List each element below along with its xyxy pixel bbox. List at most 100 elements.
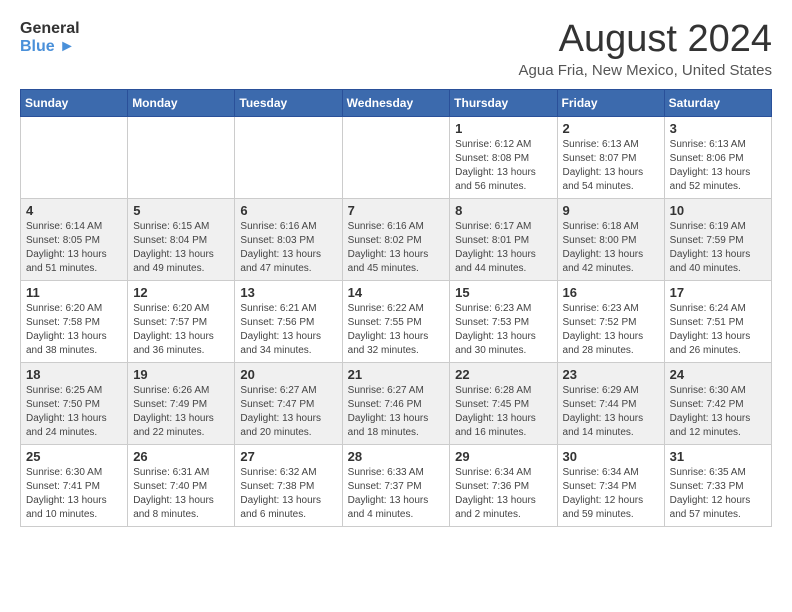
day-number: 7	[348, 203, 445, 218]
calendar-cell: 3 Sunrise: 6:13 AM Sunset: 8:06 PM Daylig…	[664, 117, 771, 199]
weekday-header-sunday: Sunday	[21, 90, 128, 117]
day-info: Sunrise: 6:19 AM Sunset: 7:59 PM Dayligh…	[670, 220, 766, 276]
calendar-cell: 22 Sunrise: 6:28 AM Sunset: 7:45 PM Dayli…	[450, 363, 557, 445]
calendar-cell: 27 Sunrise: 6:32 AM Sunset: 7:38 PM Dayli…	[235, 445, 342, 527]
day-info: Sunrise: 6:13 AM Sunset: 8:07 PM Dayligh…	[563, 138, 659, 194]
weekday-header-wednesday: Wednesday	[342, 90, 450, 117]
calendar-cell	[342, 117, 450, 199]
day-info: Sunrise: 6:24 AM Sunset: 7:51 PM Dayligh…	[670, 302, 766, 358]
day-info: Sunrise: 6:16 AM Sunset: 8:03 PM Dayligh…	[240, 220, 336, 276]
calendar-cell: 31Sunrise: 6:35 AM Sunset: 7:33 PM Dayli…	[664, 445, 771, 527]
day-info: Sunrise: 6:27 AM Sunset: 7:46 PM Dayligh…	[348, 384, 445, 440]
day-number: 10	[670, 203, 766, 218]
day-number: 28	[348, 449, 445, 464]
calendar-week-row: 18 Sunrise: 6:25 AM Sunset: 7:50 PM Dayli…	[21, 363, 772, 445]
calendar-cell: 2Sunrise: 6:13 AM Sunset: 8:07 PM Daylig…	[557, 117, 664, 199]
day-info: Sunrise: 6:23 AM Sunset: 7:53 PM Dayligh…	[455, 302, 551, 358]
day-number: 19	[133, 367, 229, 382]
day-info: Sunrise: 6:13 AM Sunset: 8:06 PM Dayligh…	[670, 138, 766, 194]
day-number: 20	[240, 367, 336, 382]
day-number: 24	[670, 367, 766, 382]
day-number: 11	[26, 285, 122, 300]
day-number: 4	[26, 203, 122, 218]
day-number: 21	[348, 367, 445, 382]
day-number: 8	[455, 203, 551, 218]
calendar-cell: 18 Sunrise: 6:25 AM Sunset: 7:50 PM Dayli…	[21, 363, 128, 445]
calendar-week-row: 25Sunrise: 6:30 AM Sunset: 7:41 PM Dayli…	[21, 445, 772, 527]
calendar-cell: 11Sunrise: 6:20 AM Sunset: 7:58 PM Dayli…	[21, 281, 128, 363]
calendar-week-row: 11Sunrise: 6:20 AM Sunset: 7:58 PM Dayli…	[21, 281, 772, 363]
day-info: Sunrise: 6:30 AM Sunset: 7:42 PM Dayligh…	[670, 384, 766, 440]
calendar-cell	[21, 117, 128, 199]
day-info: Sunrise: 6:34 AM Sunset: 7:34 PM Dayligh…	[563, 466, 659, 522]
day-info: Sunrise: 6:25 AM Sunset: 7:50 PM Dayligh…	[26, 384, 122, 440]
day-info: Sunrise: 6:15 AM Sunset: 8:04 PM Dayligh…	[133, 220, 229, 276]
calendar-cell: 1Sunrise: 6:12 AM Sunset: 8:08 PM Daylig…	[450, 117, 557, 199]
day-number: 29	[455, 449, 551, 464]
calendar-week-row: 1Sunrise: 6:12 AM Sunset: 8:08 PM Daylig…	[21, 117, 772, 199]
calendar-cell: 25Sunrise: 6:30 AM Sunset: 7:41 PM Dayli…	[21, 445, 128, 527]
page-header: General Blue ► August 2024 Agua Fria, Ne…	[20, 20, 772, 79]
day-number: 16	[563, 285, 659, 300]
day-number: 15	[455, 285, 551, 300]
weekday-header-row: SundayMondayTuesdayWednesdayThursdayFrid…	[21, 90, 772, 117]
day-info: Sunrise: 6:18 AM Sunset: 8:00 PM Dayligh…	[563, 220, 659, 276]
day-info: Sunrise: 6:14 AM Sunset: 8:05 PM Dayligh…	[26, 220, 122, 276]
calendar-cell: 15 Sunrise: 6:23 AM Sunset: 7:53 PM Dayli…	[450, 281, 557, 363]
day-number: 23	[563, 367, 659, 382]
weekday-header-monday: Monday	[128, 90, 235, 117]
calendar-cell: 13 Sunrise: 6:21 AM Sunset: 7:56 PM Dayli…	[235, 281, 342, 363]
day-number: 6	[240, 203, 336, 218]
calendar-cell	[235, 117, 342, 199]
day-info: Sunrise: 6:20 AM Sunset: 7:57 PM Dayligh…	[133, 302, 229, 358]
weekday-header-thursday: Thursday	[450, 90, 557, 117]
weekday-header-tuesday: Tuesday	[235, 90, 342, 117]
day-info: Sunrise: 6:30 AM Sunset: 7:41 PM Dayligh…	[26, 466, 122, 522]
day-info: Sunrise: 6:22 AM Sunset: 7:55 PM Dayligh…	[348, 302, 445, 358]
day-number: 14	[348, 285, 445, 300]
calendar-cell: 24 Sunrise: 6:30 AM Sunset: 7:42 PM Dayli…	[664, 363, 771, 445]
calendar-cell: 20 Sunrise: 6:27 AM Sunset: 7:47 PM Dayli…	[235, 363, 342, 445]
day-info: Sunrise: 6:28 AM Sunset: 7:45 PM Dayligh…	[455, 384, 551, 440]
weekday-header-friday: Friday	[557, 90, 664, 117]
calendar-cell: 8 Sunrise: 6:17 AM Sunset: 8:01 PM Daylig…	[450, 199, 557, 281]
calendar-cell: 29Sunrise: 6:34 AM Sunset: 7:36 PM Dayli…	[450, 445, 557, 527]
day-info: Sunrise: 6:21 AM Sunset: 7:56 PM Dayligh…	[240, 302, 336, 358]
day-info: Sunrise: 6:27 AM Sunset: 7:47 PM Dayligh…	[240, 384, 336, 440]
calendar-table: SundayMondayTuesdayWednesdayThursdayFrid…	[20, 89, 772, 527]
calendar-cell: 7 Sunrise: 6:16 AM Sunset: 8:02 PM Daylig…	[342, 199, 450, 281]
calendar-cell: 16Sunrise: 6:23 AM Sunset: 7:52 PM Dayli…	[557, 281, 664, 363]
calendar-cell: 30 Sunrise: 6:34 AM Sunset: 7:34 PM Dayli…	[557, 445, 664, 527]
calendar-cell: 6 Sunrise: 6:16 AM Sunset: 8:03 PM Daylig…	[235, 199, 342, 281]
calendar-cell: 10 Sunrise: 6:19 AM Sunset: 7:59 PM Dayli…	[664, 199, 771, 281]
calendar-cell: 23 Sunrise: 6:29 AM Sunset: 7:44 PM Dayli…	[557, 363, 664, 445]
day-number: 17	[670, 285, 766, 300]
location-subtitle: Agua Fria, New Mexico, United States	[519, 62, 772, 79]
logo-wordmark: General Blue ►	[20, 20, 80, 55]
calendar-cell: 14 Sunrise: 6:22 AM Sunset: 7:55 PM Dayli…	[342, 281, 450, 363]
day-number: 13	[240, 285, 336, 300]
day-number: 31	[670, 449, 766, 464]
calendar-cell: 5Sunrise: 6:15 AM Sunset: 8:04 PM Daylig…	[128, 199, 235, 281]
day-number: 1	[455, 121, 551, 136]
day-number: 22	[455, 367, 551, 382]
day-number: 9	[563, 203, 659, 218]
calendar-cell: 19 Sunrise: 6:26 AM Sunset: 7:49 PM Dayli…	[128, 363, 235, 445]
day-info: Sunrise: 6:17 AM Sunset: 8:01 PM Dayligh…	[455, 220, 551, 276]
day-info: Sunrise: 6:31 AM Sunset: 7:40 PM Dayligh…	[133, 466, 229, 522]
day-number: 12	[133, 285, 229, 300]
calendar-week-row: 4 Sunrise: 6:14 AM Sunset: 8:05 PM Daylig…	[21, 199, 772, 281]
day-info: Sunrise: 6:26 AM Sunset: 7:49 PM Dayligh…	[133, 384, 229, 440]
title-section: August 2024 Agua Fria, New Mexico, Unite…	[519, 20, 772, 79]
day-number: 30	[563, 449, 659, 464]
day-number: 3	[670, 121, 766, 136]
calendar-cell: 17 Sunrise: 6:24 AM Sunset: 7:51 PM Dayli…	[664, 281, 771, 363]
day-number: 27	[240, 449, 336, 464]
day-info: Sunrise: 6:16 AM Sunset: 8:02 PM Dayligh…	[348, 220, 445, 276]
day-info: Sunrise: 6:29 AM Sunset: 7:44 PM Dayligh…	[563, 384, 659, 440]
logo: General Blue ►	[20, 20, 80, 55]
day-number: 18	[26, 367, 122, 382]
calendar-cell: 9 Sunrise: 6:18 AM Sunset: 8:00 PM Daylig…	[557, 199, 664, 281]
day-info: Sunrise: 6:32 AM Sunset: 7:38 PM Dayligh…	[240, 466, 336, 522]
weekday-header-saturday: Saturday	[664, 90, 771, 117]
